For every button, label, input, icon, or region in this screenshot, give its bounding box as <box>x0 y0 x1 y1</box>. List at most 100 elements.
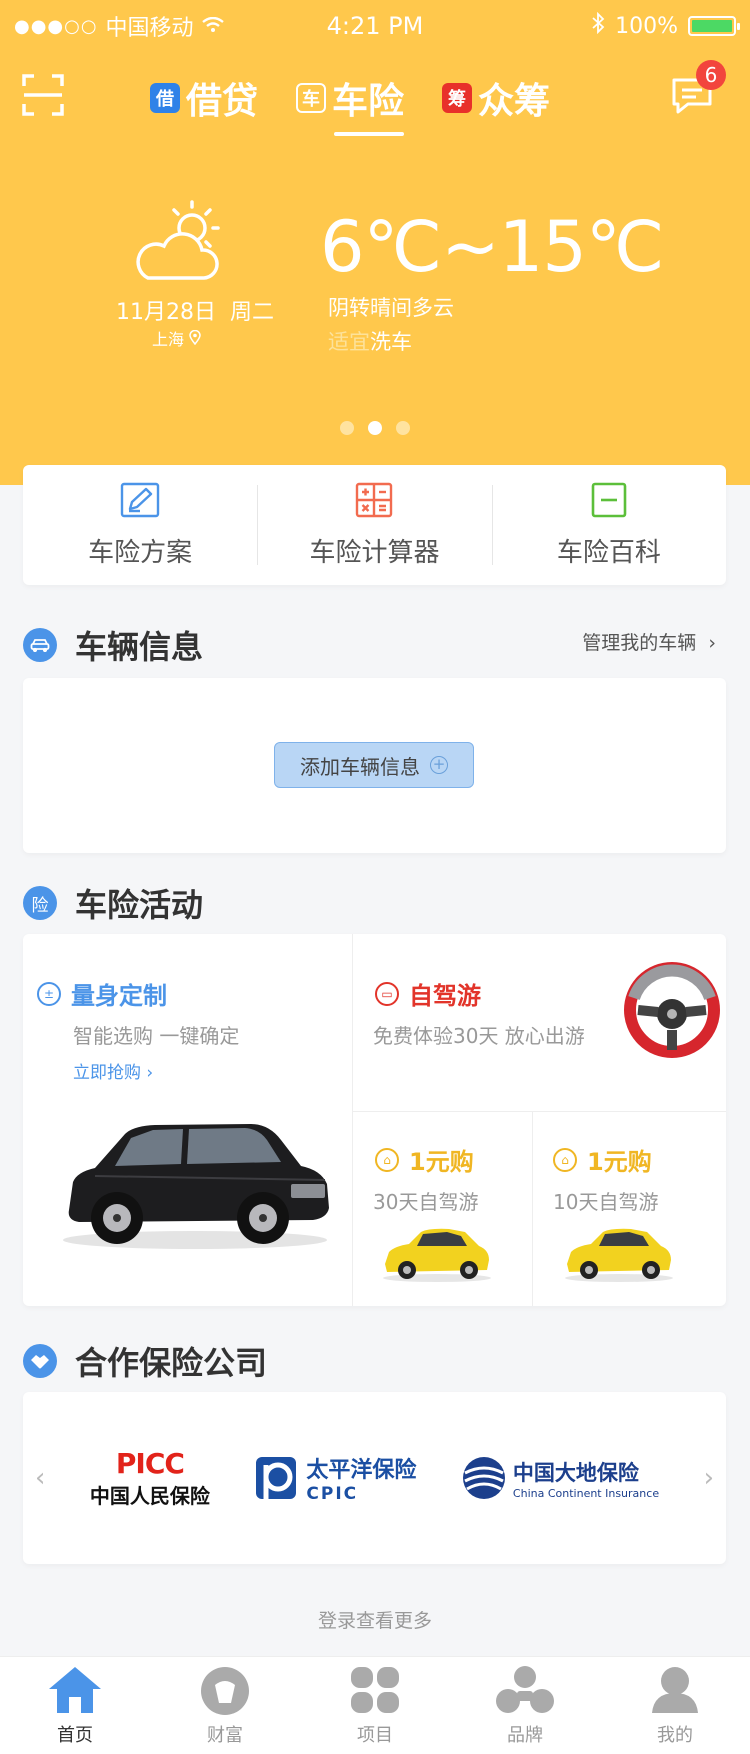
handshake-icon <box>23 1344 57 1378</box>
section-title: 车险活动 <box>75 886 204 924</box>
nav-project[interactable]: 项目 <box>300 1657 450 1754</box>
cpic-brand: 太平洋保险 <box>306 1458 417 1483</box>
login-more-link[interactable]: 登录查看更多 <box>0 1606 750 1633</box>
brand-icon <box>495 1665 555 1719</box>
nav-wealth[interactable]: 财富 <box>150 1657 300 1754</box>
tab-car-insurance[interactable]: 车 车险 <box>296 70 405 136</box>
date-text: 11月28日 <box>116 300 216 325</box>
chevron-right-icon[interactable]: › <box>704 1463 714 1493</box>
continent-name: China Continent Insurance <box>512 1486 660 1500</box>
yellow-car-image <box>379 1224 493 1288</box>
nav-home[interactable]: 首页 <box>0 1657 150 1754</box>
deal-title-text: 1元购 <box>587 1148 652 1176</box>
weekday-text: 周二 <box>230 300 275 325</box>
buy-now-link[interactable]: 立即抢购 › <box>73 1058 153 1083</box>
status-bar: ●●●○○ 中国移动 4:21 PM 100% <box>14 8 740 44</box>
activity-card: ± 量身定制 智能选购 一键确定 立即抢购 › ▭ 自驾游 免费体验30天 放心 <box>23 934 726 1306</box>
promo-subtitle: 智能选购 一键确定 <box>73 1024 240 1048</box>
nav-label: 首页 <box>57 1724 93 1746</box>
plus-circle-icon: + <box>430 756 448 774</box>
promo-title-text: 自驾游 <box>409 982 481 1010</box>
pager-dot[interactable] <box>340 421 354 435</box>
city-label[interactable]: 上海 <box>152 326 201 350</box>
tab-label: 借贷 <box>186 81 259 122</box>
nav-label: 项目 <box>357 1724 393 1746</box>
nav-brand[interactable]: 品牌 <box>450 1657 600 1754</box>
promo-subtitle: 免费体验30天 放心出游 <box>373 1024 585 1048</box>
custom-plan-promo[interactable]: ± 量身定制 智能选购 一键确定 立即抢购 › <box>23 934 353 1306</box>
deal-subtitle: 30天自驾游 <box>373 1190 479 1214</box>
picc-logo[interactable]: PICC 中国人民保险 <box>90 1447 210 1509</box>
partners-carousel: ‹ PICC 中国人民保险 太平洋保险 CPIC 中国大地保险 China Co… <box>23 1392 726 1564</box>
cpic-name: CPIC <box>306 1484 359 1504</box>
add-vehicle-button[interactable]: 添加车辆信息 + <box>274 742 474 788</box>
promo-title-text: 量身定制 <box>71 982 167 1010</box>
tab-loan[interactable]: 借 借贷 <box>150 70 258 126</box>
advice-prefix: 适宜 <box>328 330 370 354</box>
calculator-icon <box>355 482 393 522</box>
cpic-logo[interactable]: 太平洋保险 CPIC <box>254 1452 416 1504</box>
deal-30-days[interactable]: ⌂ 1元购 30天自驾游 <box>353 1112 533 1306</box>
nav-label: 品牌 <box>507 1724 543 1746</box>
deal-subtitle: 10天自驾游 <box>553 1190 659 1214</box>
book-icon <box>591 482 627 522</box>
picc-name: 中国人民保险 <box>89 1484 210 1508</box>
picc-brand: PICC <box>115 1447 185 1480</box>
chevron-left-icon[interactable]: ‹ <box>35 1463 45 1493</box>
hero-banner: ●●●○○ 中国移动 4:21 PM 100% 借 借贷 车 车险 筹 众筹 6… <box>0 0 750 485</box>
scan-icon[interactable] <box>22 74 64 116</box>
tool-encyclopedia[interactable]: 车险百科 <box>491 465 726 585</box>
deal-10-days[interactable]: ⌂ 1元购 10天自驾游 <box>533 1112 726 1306</box>
message-count-badge: 6 <box>696 60 726 90</box>
manage-vehicles-link[interactable]: 管理我的车辆 › <box>582 628 716 655</box>
location-pin-icon <box>189 329 201 349</box>
car-circle-icon: ▭ <box>375 981 399 1006</box>
edit-icon <box>120 482 160 522</box>
nav-profile[interactable]: 我的 <box>600 1657 750 1754</box>
pager-dot-active[interactable] <box>368 421 382 435</box>
deal-title: ⌂ 1元购 <box>375 1142 474 1177</box>
chevron-right-icon: › <box>702 632 716 654</box>
insurance-icon: 险 <box>23 886 57 920</box>
section-title: 车辆信息 <box>75 628 204 666</box>
tool-insurance-plan[interactable]: 车险方案 <box>23 465 257 585</box>
profile-icon <box>650 1665 700 1719</box>
vehicle-section-header: 车辆信息 <box>23 622 203 668</box>
tab-crowdfunding[interactable]: 筹 众筹 <box>442 70 550 126</box>
home-circle-icon: ⌂ <box>553 1147 577 1172</box>
partners-card: ‹ PICC 中国人民保险 太平洋保险 CPIC 中国大地保险 China Co… <box>23 1392 726 1564</box>
car-badge: 车 <box>296 83 327 113</box>
bottom-navigation: 首页 财富 项目 品牌 我的 <box>0 1656 750 1754</box>
deal-title: ⌂ 1元购 <box>553 1142 652 1177</box>
partners-section-header: 合作保险公司 <box>23 1338 267 1384</box>
promo-title: ± 量身定制 <box>37 976 167 1011</box>
tool-label: 车险百科 <box>556 537 661 568</box>
project-icon <box>348 1665 402 1719</box>
tool-calculator[interactable]: 车险计算器 <box>257 465 491 585</box>
weather-date: 11月28日 周二 <box>116 294 274 326</box>
continent-brand: 中国大地保险 <box>512 1460 639 1485</box>
tool-label: 车险方案 <box>88 537 193 568</box>
activity-section-header: 险 车险活动 <box>23 880 203 926</box>
add-vehicle-label: 添加车辆信息 <box>300 754 420 779</box>
tab-label: 众筹 <box>478 81 551 122</box>
china-continent-logo[interactable]: 中国大地保险 China Continent Insurance <box>461 1455 659 1501</box>
yellow-car-image <box>561 1224 675 1288</box>
suv-image <box>55 1104 335 1258</box>
city-text: 上海 <box>152 330 185 349</box>
clock: 4:21 PM <box>326 12 424 40</box>
deal-title-text: 1元购 <box>409 1148 474 1176</box>
weather-advice: 适宜洗车 <box>328 326 412 356</box>
top-navigation: 借 借贷 车 车险 筹 众筹 6 <box>0 60 750 136</box>
vehicle-card: 添加车辆信息 + <box>23 678 726 853</box>
pager-dot[interactable] <box>396 421 410 435</box>
car-icon <box>23 628 57 662</box>
tool-label: 车险计算器 <box>309 537 440 568</box>
quick-tools: 车险方案 车险计算器 车险百科 <box>23 465 726 585</box>
self-drive-promo[interactable]: ▭ 自驾游 免费体验30天 放心出游 <box>353 934 726 1112</box>
calc-circle-icon: ± <box>37 981 61 1006</box>
tab-label: 车险 <box>332 81 405 122</box>
steering-wheel-image <box>624 962 720 1062</box>
crowdfund-badge: 筹 <box>442 83 473 113</box>
manage-label: 管理我的车辆 <box>582 632 697 654</box>
